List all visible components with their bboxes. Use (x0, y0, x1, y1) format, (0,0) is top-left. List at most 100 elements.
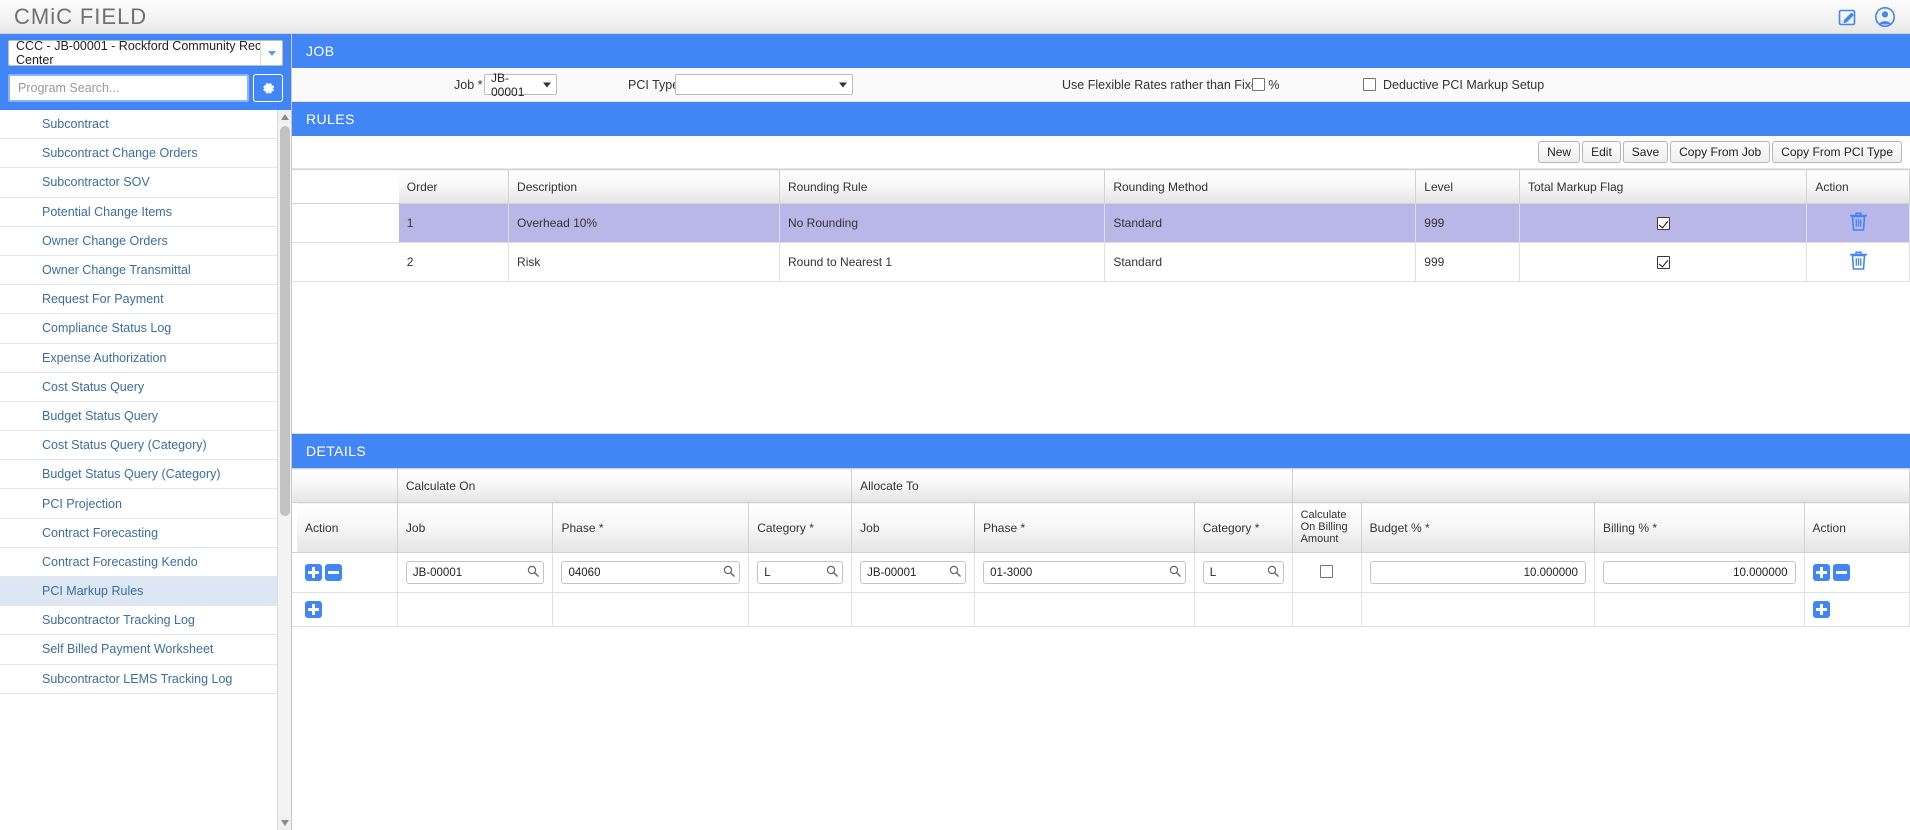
project-select[interactable]: CCC - JB-00001 - Rockford Community Rec … (8, 39, 283, 67)
save-button[interactable]: Save (1622, 141, 1669, 163)
sidebar-item-pci-markup-rules[interactable]: PCI Markup Rules (0, 577, 291, 607)
sidebar-item-self-billed-payment-worksheet[interactable]: Self Billed Payment Worksheet (0, 635, 291, 665)
sidebar-item-request-for-payment[interactable]: Request For Payment (0, 285, 291, 315)
sidebar-item-potential-change-items[interactable]: Potential Change Items (0, 197, 291, 227)
sidebar-scroll-thumb[interactable] (280, 126, 290, 516)
details-col-phase[interactable]: Phase * (552, 502, 750, 553)
billing-percent-input[interactable]: 10.000000 (1602, 561, 1796, 584)
sidebar-item-compliance-status-log[interactable]: Compliance Status Log (0, 314, 291, 344)
edit-button[interactable]: Edit (1582, 141, 1621, 163)
add-row-button[interactable] (1812, 564, 1830, 581)
job-select[interactable]: JB-00001 (484, 71, 557, 99)
sidebar-item-contract-forecasting[interactable]: Contract Forecasting (0, 518, 291, 548)
rules-toolbar: New Edit Save Copy From Job Copy From PCI Ty… (292, 136, 1910, 169)
sidebar-item-pci-projection[interactable]: PCI Projection (0, 489, 291, 519)
rules-body: 1 Overhead 10% No Rounding Standard 999 2 Risk… (292, 203, 1910, 282)
job-select-value: JB-00001 (491, 70, 525, 99)
allocate-to-phase-input[interactable]: 01-3000 (983, 561, 1186, 584)
calculate-on-job-input[interactable]: JB-00001 (405, 561, 545, 584)
sidebar-item-subcontractor-tracking-log[interactable]: Subcontractor Tracking Log (0, 606, 291, 636)
remove-row-button[interactable] (325, 564, 343, 581)
sidebar-item-budget-status-query-category[interactable]: Budget Status Query (Category) (0, 460, 291, 490)
trash-icon[interactable] (1849, 251, 1867, 273)
sidebar-item-contract-forecasting-kendo[interactable]: Contract Forecasting Kendo (0, 547, 291, 577)
program-search-input[interactable]: Program Search... (8, 74, 249, 102)
rules-panel-title: RULES (292, 102, 1910, 136)
sidebar-item-subcontractor-sov[interactable]: Subcontractor SOV (0, 168, 291, 198)
trash-icon[interactable] (1849, 212, 1867, 234)
gear-icon[interactable] (253, 74, 283, 102)
rules-col-order[interactable]: Order (398, 169, 510, 204)
sidebar-item-subcontractor-lems-tracking-log[interactable]: Subcontractor LEMS Tracking Log (0, 664, 291, 694)
table-row[interactable]: 1 Overhead 10% No Rounding Standard 999 (292, 203, 1910, 243)
sidebar-item-label: Request For Payment (42, 292, 164, 307)
details-col-action[interactable]: Action (1804, 502, 1910, 553)
rules-empty-area (292, 282, 1910, 434)
magnifier-icon[interactable] (1169, 565, 1181, 580)
details-col-category[interactable]: Category * (1194, 502, 1293, 553)
table-row[interactable]: JB-00001 04060 L JB-00001 01-3000 L 10.000000 1… (292, 552, 1910, 593)
rules-col-level[interactable]: Level (1415, 169, 1520, 204)
details-col-job[interactable]: Job (397, 502, 554, 553)
sidebar-item-cost-status-query-category[interactable]: Cost Status Query (Category) (0, 431, 291, 461)
details-col-calculate-on-billing-amount[interactable]: Calculate On Billing Amount (1292, 502, 1362, 553)
sidebar-item-label: Subcontractor LEMS Tracking Log (42, 671, 233, 686)
edit-pencil-icon[interactable] (1838, 7, 1858, 27)
allocate-to-category-input[interactable]: L (1202, 561, 1284, 584)
rules-col-total-markup-flag[interactable]: Total Markup Flag (1519, 169, 1808, 204)
table-row[interactable]: 2 Risk Round to Nearest 1 Standard 999 (292, 242, 1910, 282)
flexible-rates-checkbox[interactable] (1252, 78, 1265, 91)
sidebar-item-owner-change-transmittal[interactable]: Owner Change Transmittal (0, 255, 291, 286)
allocate-to-job-value: JB-00001 (867, 566, 917, 579)
calculate-on-category-input[interactable]: L (757, 561, 844, 584)
magnifier-icon[interactable] (1267, 565, 1279, 580)
add-row-button[interactable] (1812, 601, 1830, 618)
sidebar-menu-list: Subcontract Subcontract Change Orders Subc… (0, 110, 291, 830)
details-col-budget[interactable]: Budget % * (1361, 502, 1595, 553)
new-button[interactable]: New (1538, 141, 1581, 163)
magnifier-icon[interactable] (527, 565, 540, 580)
remove-row-button[interactable] (1832, 564, 1850, 581)
budget-percent-input[interactable]: 10.000000 (1369, 561, 1586, 584)
sidebar-item-expense-authorization[interactable]: Expense Authorization (0, 343, 291, 373)
billing-percent-value: 10.000000 (1733, 566, 1788, 579)
details-col-action[interactable]: Action (297, 502, 398, 553)
calculate-on-phase-input[interactable]: 04060 (561, 561, 741, 584)
rules-cell-rounding-method: Standard (1104, 242, 1417, 282)
sidebar-item-cost-status-query[interactable]: Cost Status Query (0, 372, 291, 402)
add-row-button[interactable] (305, 601, 323, 618)
allocate-to-job-input[interactable]: JB-00001 (860, 561, 967, 584)
rules-col-description[interactable]: Description (508, 169, 780, 204)
total-markup-flag-checkbox[interactable] (1656, 217, 1670, 231)
details-addrow-blank (748, 592, 853, 627)
magnifier-icon[interactable] (723, 565, 736, 580)
sidebar-scrollbar[interactable] (277, 110, 291, 830)
details-col-job[interactable]: Job (851, 502, 976, 553)
details-cell-allocate-to-phase: 01-3000 (974, 552, 1195, 593)
user-avatar-icon[interactable] (1874, 6, 1896, 28)
copy-from-pci-type-button[interactable]: Copy From PCI Type (1772, 141, 1902, 163)
details-col-billing[interactable]: Billing % * (1594, 502, 1805, 553)
rules-col-rounding-method[interactable]: Rounding Method (1104, 169, 1417, 204)
magnifier-icon[interactable] (949, 565, 961, 580)
rules-col-action[interactable]: Action (1806, 169, 1910, 204)
details-col-phase[interactable]: Phase * (974, 502, 1195, 553)
scroll-down-icon[interactable] (278, 816, 291, 830)
details-col-category[interactable]: Category * (748, 502, 853, 553)
sidebar-item-owner-change-orders[interactable]: Owner Change Orders (0, 226, 291, 256)
add-row-button[interactable] (305, 564, 323, 581)
sidebar-item-subcontract[interactable]: Subcontract (0, 110, 291, 140)
deductive-pci-checkbox[interactable] (1363, 78, 1376, 91)
sidebar-item-label: Cost Status Query (Category) (42, 438, 207, 453)
sidebar-item-budget-status-query[interactable]: Budget Status Query (0, 401, 291, 432)
sidebar-item-subcontract-change-orders[interactable]: Subcontract Change Orders (0, 139, 291, 169)
rules-col-rounding-rule[interactable]: Rounding Rule (779, 169, 1106, 204)
magnifier-icon[interactable] (826, 565, 838, 580)
copy-from-job-button[interactable]: Copy From Job (1670, 141, 1771, 163)
total-markup-flag-checkbox[interactable] (1656, 256, 1670, 270)
pci-type-select[interactable] (675, 74, 853, 95)
rules-row-spacer (292, 203, 399, 243)
calculate-on-billing-amount-checkbox[interactable] (1320, 564, 1334, 578)
scroll-up-icon[interactable] (278, 110, 291, 124)
details-cell-calculate-on-phase: 04060 (552, 552, 750, 593)
